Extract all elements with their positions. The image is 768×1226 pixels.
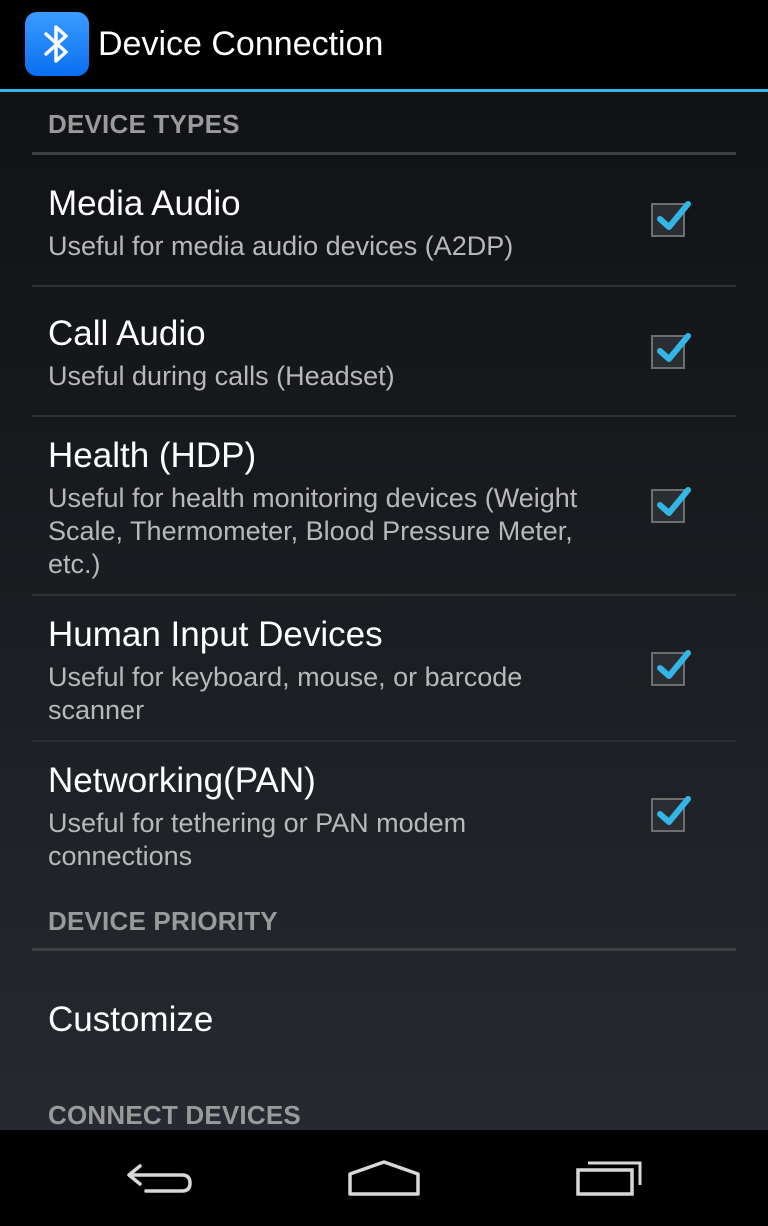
checkmark-icon bbox=[657, 333, 691, 362]
checkmark-icon bbox=[657, 796, 691, 825]
section-header-label: CONNECT DEVICES bbox=[48, 1100, 301, 1130]
health-hdp-checkbox[interactable] bbox=[651, 487, 691, 523]
preference-list[interactable]: DEVICE TYPES Media Audio Useful for medi… bbox=[0, 92, 768, 1130]
pref-title: Networking(PAN) bbox=[48, 761, 316, 800]
navigation-bar bbox=[0, 1130, 768, 1226]
back-icon[interactable] bbox=[110, 1148, 210, 1208]
home-icon[interactable] bbox=[334, 1148, 434, 1208]
media-audio-checkbox[interactable] bbox=[651, 201, 691, 237]
pref-summary: Useful for health monitoring devices (We… bbox=[48, 483, 578, 579]
device-connection-screen: Device Connection DEVICE TYPES Media Aud… bbox=[0, 0, 768, 1226]
pref-item-media-audio[interactable]: Media Audio Useful for media audio devic… bbox=[32, 155, 736, 287]
recent-apps-icon[interactable] bbox=[560, 1148, 660, 1208]
pref-summary: Useful for keyboard, mouse, or barcode s… bbox=[48, 662, 523, 725]
pref-summary: Useful for media audio devices (A2DP) bbox=[48, 231, 514, 261]
app-title: Device Connection bbox=[98, 25, 384, 63]
pref-item-health-hdp[interactable]: Health (HDP) Useful for health monitorin… bbox=[32, 417, 736, 596]
pref-item-call-audio[interactable]: Call Audio Useful during calls (Headset) bbox=[32, 287, 736, 417]
checkmark-icon bbox=[657, 487, 691, 516]
section-header-device-priority: DEVICE PRIORITY bbox=[32, 892, 736, 951]
pref-title: Health (HDP) bbox=[48, 436, 257, 475]
pref-title: Human Input Devices bbox=[48, 615, 383, 654]
pref-title: Call Audio bbox=[48, 314, 206, 353]
section-header-device-types: DEVICE TYPES bbox=[32, 92, 736, 155]
pref-title: Media Audio bbox=[48, 184, 241, 223]
bluetooth-icon[interactable] bbox=[25, 12, 89, 76]
pref-item-human-input-devices[interactable]: Human Input Devices Useful for keyboard,… bbox=[32, 596, 736, 742]
action-bar: Device Connection bbox=[0, 0, 768, 92]
pref-summary: Useful for tethering or PAN modem connec… bbox=[48, 808, 467, 871]
pref-title: Customize bbox=[48, 1000, 214, 1039]
call-audio-checkbox[interactable] bbox=[651, 333, 691, 369]
human-input-devices-checkbox[interactable] bbox=[651, 650, 691, 686]
pref-item-networking-pan[interactable]: Networking(PAN) Useful for tethering or … bbox=[32, 742, 736, 888]
section-header-connect-devices: CONNECT DEVICES bbox=[32, 1088, 736, 1130]
checkmark-icon bbox=[657, 201, 691, 230]
section-header-label: DEVICE TYPES bbox=[48, 109, 240, 139]
section-header-label: DEVICE PRIORITY bbox=[48, 906, 278, 936]
pref-item-customize[interactable]: Customize bbox=[32, 951, 736, 1091]
checkmark-icon bbox=[657, 650, 691, 679]
pref-summary: Useful during calls (Headset) bbox=[48, 361, 395, 391]
networking-pan-checkbox[interactable] bbox=[651, 796, 691, 832]
